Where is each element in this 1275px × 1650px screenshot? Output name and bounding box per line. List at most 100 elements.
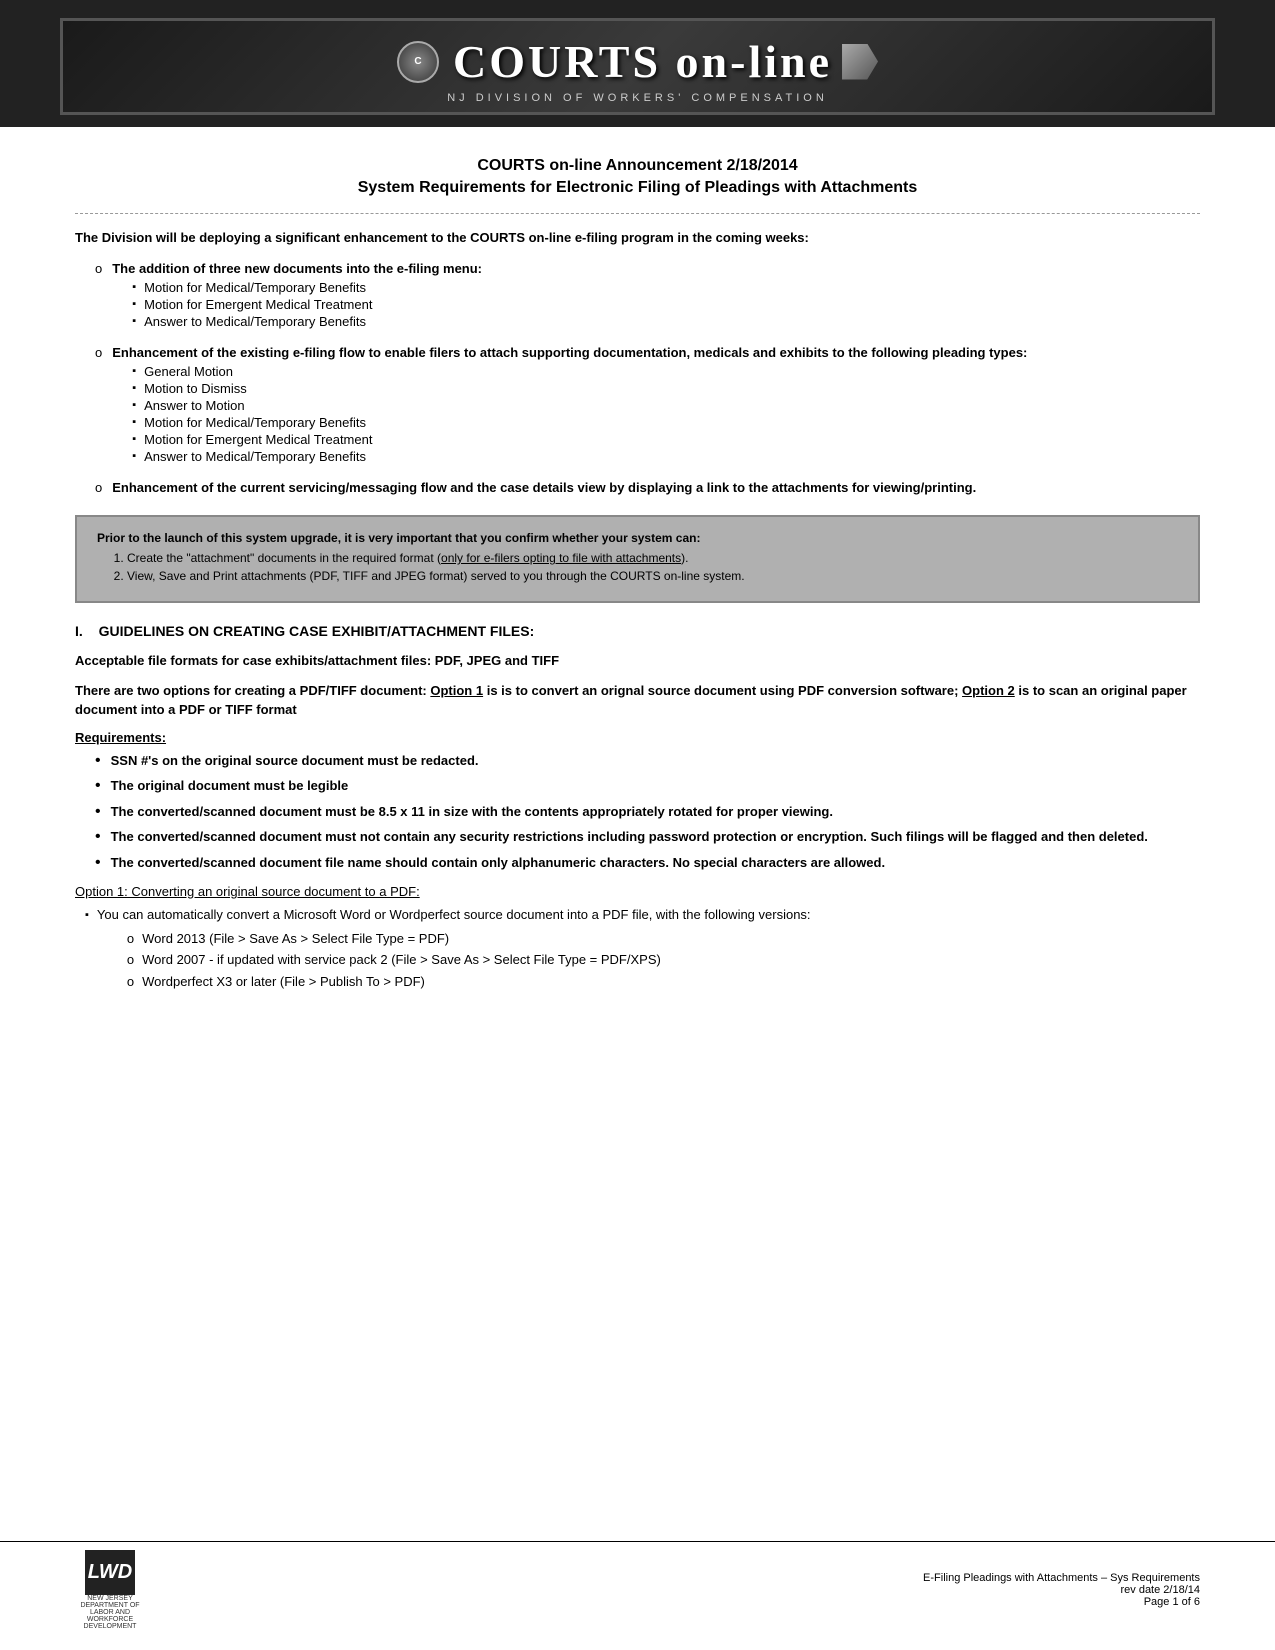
list-item: ▪ Answer to Medical/Temporary Benefits <box>132 449 1200 464</box>
two-options-para: There are two options for creating a PDF… <box>75 681 1200 720</box>
option1-heading: Option 1: Converting an original source … <box>75 884 1200 899</box>
sub-bullet-icon: o <box>127 950 134 970</box>
banner-arrow-icon <box>842 44 878 80</box>
outer-list: o The addition of three new documents in… <box>95 261 1200 495</box>
list-item: ▪ Motion to Dismiss <box>132 381 1200 396</box>
footer-line3: Page 1 of 6 <box>923 1596 1200 1608</box>
list-item: ▪ Motion for Emergent Medical Treatment <box>132 297 1200 312</box>
banner-title: COURTS on-line <box>453 35 832 88</box>
inner-item-text: Answer to Medical/Temporary Benefits <box>144 314 366 329</box>
list-item: o Word 2013 (File > Save As > Select Fil… <box>127 929 811 949</box>
inner-item-text: Motion for Emergent Medical Treatment <box>144 297 372 312</box>
list-item: Create the "attachment" documents in the… <box>127 551 1178 565</box>
list-item: View, Save and Print attachments (PDF, T… <box>127 569 1178 583</box>
list-item: ▪ Answer to Medical/Temporary Benefits <box>132 314 1200 329</box>
list-item: ▪ General Motion <box>132 364 1200 379</box>
option1-sub-item-3: Wordperfect X3 or later (File > Publish … <box>142 972 425 992</box>
inner-list-1: ▪ Motion for Medical/Temporary Benefits … <box>132 280 1200 329</box>
main-content: COURTS on-line Announcement 2/18/2014 Sy… <box>0 127 1275 1041</box>
requirement-4: The converted/scanned document must not … <box>111 827 1148 847</box>
list-item: o Enhancement of the current servicing/m… <box>95 480 1200 495</box>
inner-list-2: ▪ General Motion ▪ Motion to Dismiss ▪ A… <box>132 364 1200 464</box>
list-item: ▪ Motion for Emergent Medical Treatment <box>132 432 1200 447</box>
intro-text: The Division will be deploying a signifi… <box>75 230 1200 245</box>
requirement-1: SSN #'s on the original source document … <box>111 751 479 771</box>
square-bullet-icon: ▪ <box>85 907 89 924</box>
bullet-icon: • <box>95 853 101 872</box>
list-item: o The addition of three new documents in… <box>95 261 1200 331</box>
bullet-icon: • <box>95 802 101 821</box>
item-header-3: Enhancement of the current servicing/mes… <box>112 480 1200 495</box>
page: C COURTS on-line NJ DIVISION OF WORKERS'… <box>0 0 1275 1650</box>
requirement-5: The converted/scanned document file name… <box>111 853 885 873</box>
list-item: o Wordperfect X3 or later (File > Publis… <box>127 972 811 992</box>
outer-bullet-icon: o <box>95 345 102 360</box>
section-number: I. <box>75 623 83 639</box>
option1-sub-list: o Word 2013 (File > Save As > Select Fil… <box>127 929 811 992</box>
two-options-text: There are two options for creating a PDF… <box>75 683 1187 718</box>
highlight-item-1: Create the "attachment" documents in the… <box>127 551 688 565</box>
option1-sub-item-2: Word 2007 - if updated with service pack… <box>142 950 661 970</box>
list-item: ▪ Motion for Medical/Temporary Benefits <box>132 415 1200 430</box>
footer: LWD NEW JERSEY DEPARTMENT OF LABOR AND W… <box>0 1541 1275 1630</box>
highlight-box-intro: Prior to the launch of this system upgra… <box>97 531 1178 545</box>
header-banner-inner: C COURTS on-line NJ DIVISION OF WORKERS'… <box>60 18 1215 115</box>
inner-bullet-icon: ▪ <box>132 382 136 394</box>
header-banner: C COURTS on-line NJ DIVISION OF WORKERS'… <box>0 0 1275 127</box>
option1-intro-item: You can automatically convert a Microsof… <box>97 905 811 993</box>
option1-list: ▪ You can automatically convert a Micros… <box>85 905 1200 993</box>
list-item: • The converted/scanned document must no… <box>95 827 1200 847</box>
inner-bullet-icon: ▪ <box>132 298 136 310</box>
list-item: • The original document must be legible <box>95 776 1200 796</box>
footer-right: E-Filing Pleadings with Attachments – Sy… <box>923 1572 1200 1608</box>
inner-bullet-icon: ▪ <box>132 433 136 445</box>
footer-logo-sub: NEW JERSEY DEPARTMENT OF LABOR AND WORKF… <box>75 1595 145 1630</box>
footer-line1: E-Filing Pleadings with Attachments – Sy… <box>923 1572 1200 1584</box>
outer-bullet-icon: o <box>95 261 102 276</box>
banner-subtitle: NJ DIVISION OF WORKERS' COMPENSATION <box>93 92 1182 104</box>
inner-bullet-icon: ▪ <box>132 365 136 377</box>
highlight-item-2: View, Save and Print attachments (PDF, T… <box>127 569 745 583</box>
list-item: o Enhancement of the existing e-filing f… <box>95 345 1200 466</box>
inner-bullet-icon: ▪ <box>132 399 136 411</box>
requirement-3: The converted/scanned document must be 8… <box>111 802 833 822</box>
option1-sub-item-1: Word 2013 (File > Save As > Select File … <box>142 929 449 949</box>
item-header-1: The addition of three new documents into… <box>112 261 1200 276</box>
inner-bullet-icon: ▪ <box>132 450 136 462</box>
list-item: • The converted/scanned document must be… <box>95 802 1200 822</box>
requirement-2: The original document must be legible <box>111 776 349 796</box>
highlight-list: Create the "attachment" documents in the… <box>127 551 1178 583</box>
list-item: • SSN #'s on the original source documen… <box>95 751 1200 771</box>
list-item: ▪ Motion for Medical/Temporary Benefits <box>132 280 1200 295</box>
divider <box>75 213 1200 214</box>
inner-item-text: Motion to Dismiss <box>144 381 247 396</box>
acceptable-formats-text: Acceptable file formats for case exhibit… <box>75 653 559 668</box>
list-item: ▪ You can automatically convert a Micros… <box>85 905 1200 993</box>
highlight-box: Prior to the launch of this system upgra… <box>75 515 1200 603</box>
inner-item-text: Motion for Medical/Temporary Benefits <box>144 280 366 295</box>
footer-logo-text: LWD <box>88 1561 132 1584</box>
acceptable-formats: Acceptable file formats for case exhibit… <box>75 651 1200 671</box>
footer-logo-box: LWD <box>85 1550 135 1595</box>
sub-bullet-icon: o <box>127 929 134 949</box>
announcement-subtitle: System Requirements for Electronic Filin… <box>75 179 1200 197</box>
sub-bullet-icon: o <box>127 972 134 992</box>
bullet-icon: • <box>95 827 101 846</box>
requirements-list: • SSN #'s on the original source documen… <box>95 751 1200 873</box>
inner-bullet-icon: ▪ <box>132 281 136 293</box>
requirements-label: Requirements: <box>75 730 1200 745</box>
footer-line2: rev date 2/18/14 <box>923 1584 1200 1596</box>
inner-bullet-icon: ▪ <box>132 315 136 327</box>
bullet-icon: • <box>95 751 101 770</box>
list-item: o Word 2007 - if updated with service pa… <box>127 950 811 970</box>
inner-item-text: Motion for Emergent Medical Treatment <box>144 432 372 447</box>
item-header-2: Enhancement of the existing e-filing flo… <box>112 345 1200 360</box>
footer-logo: LWD NEW JERSEY DEPARTMENT OF LABOR AND W… <box>75 1550 145 1630</box>
bullet-icon: • <box>95 776 101 795</box>
section-title: GUIDELINES ON CREATING CASE EXHIBIT/ATTA… <box>99 623 535 639</box>
list-item: ▪ Answer to Motion <box>132 398 1200 413</box>
list-item: • The converted/scanned document file na… <box>95 853 1200 873</box>
outer-bullet-icon: o <box>95 480 102 495</box>
inner-item-text: General Motion <box>144 364 233 379</box>
inner-item-text: Answer to Medical/Temporary Benefits <box>144 449 366 464</box>
